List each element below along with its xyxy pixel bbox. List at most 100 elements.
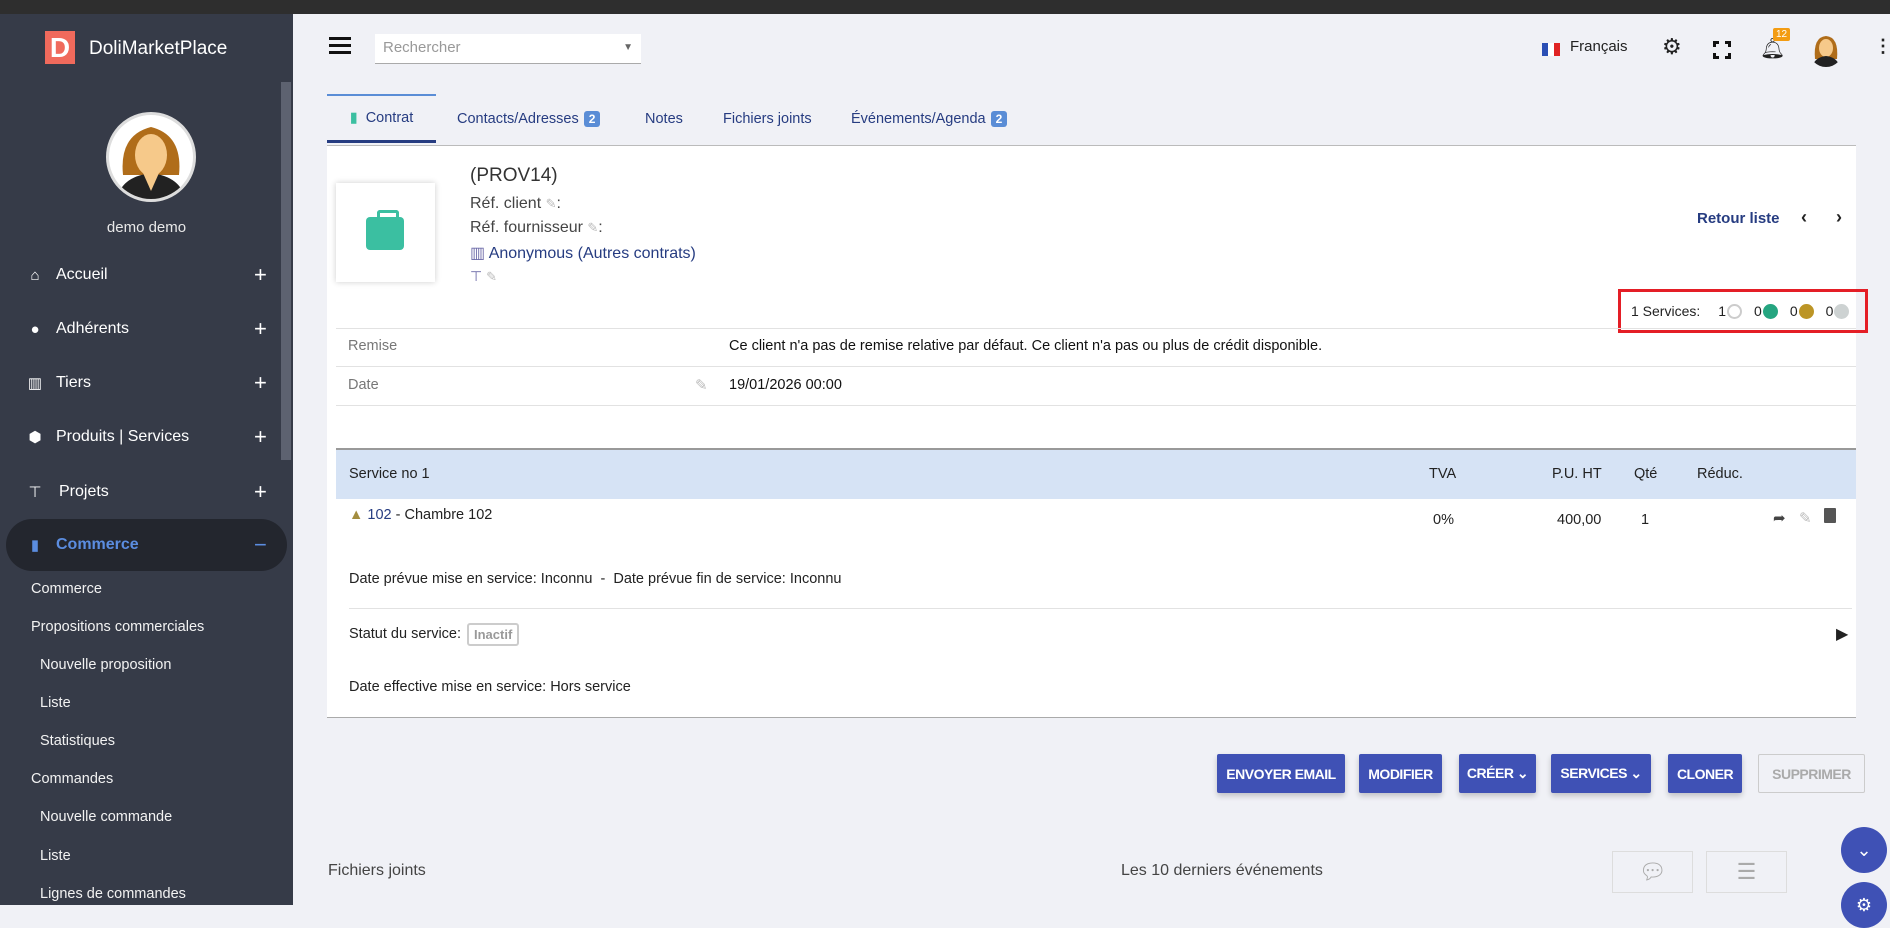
col-service: Service no 1: [349, 466, 430, 482]
hamburger-menu-icon[interactable]: [329, 37, 351, 54]
delete-button: SUPPRIMER: [1758, 754, 1865, 793]
modify-button[interactable]: MODIFIER: [1359, 754, 1442, 793]
tab-notes[interactable]: Notes: [645, 94, 683, 143]
status-label: Statut du service:: [349, 626, 462, 642]
tab-label: Événements/Agenda: [851, 110, 986, 127]
user-avatar[interactable]: [1809, 33, 1843, 67]
project-row: ⊤ ✎: [470, 268, 497, 285]
thirdparty-link[interactable]: ▥ Anonymous (Autres contrats): [470, 243, 696, 263]
gear-icon[interactable]: ⚙: [1662, 34, 1682, 60]
services-button[interactable]: SERVICES ⌄: [1551, 754, 1651, 793]
col-qty: Qté: [1634, 466, 1658, 482]
col-pu-ht: P.U. HT: [1552, 466, 1602, 482]
divider: [336, 366, 1856, 367]
search-select[interactable]: Rechercher ▼: [375, 34, 641, 64]
submenu-liste-commandes[interactable]: Liste: [40, 848, 71, 864]
tab-evenements[interactable]: Événements/Agenda 2: [851, 94, 1008, 143]
pencil-icon[interactable]: ✎: [587, 220, 598, 235]
line-qty: 1: [1641, 512, 1650, 528]
create-button[interactable]: CRÉER ⌄: [1459, 754, 1536, 793]
play-icon[interactable]: ▶: [1836, 624, 1848, 644]
tab-contrat[interactable]: ▮ Contrat: [327, 94, 436, 143]
plus-icon[interactable]: +: [254, 479, 267, 505]
cube-icon: ⬢: [28, 429, 42, 446]
submenu-nouvelle-commande[interactable]: Nouvelle commande: [40, 809, 172, 825]
comments-icon[interactable]: 💬︎: [1612, 851, 1693, 893]
send-email-button[interactable]: ENVOYER EMAIL: [1217, 754, 1345, 793]
divider: [349, 608, 1852, 609]
services-summary: 1 Services: 1 0 0 0: [1618, 289, 1868, 333]
menu-label: Commerce: [56, 536, 139, 553]
pencil-icon[interactable]: ✎: [695, 376, 708, 394]
settings-fab[interactable]: ⚙: [1841, 882, 1887, 928]
count-running: 0: [1754, 303, 1762, 319]
tab-badge: 2: [990, 110, 1008, 127]
flag-fr-icon[interactable]: [1542, 43, 1560, 56]
menu-projets[interactable]: ⊤ Projets +: [0, 472, 293, 512]
trash-icon[interactable]: [1824, 508, 1836, 523]
logo[interactable]: D: [45, 31, 75, 64]
tab-contacts[interactable]: Contacts/Adresses 2: [457, 94, 601, 143]
caret-down-icon: ▼: [623, 42, 633, 53]
more-vert-icon[interactable]: ⋮: [1874, 36, 1890, 57]
submenu-commandes[interactable]: Commandes: [31, 771, 113, 787]
back-to-list-link[interactable]: Retour liste: [1697, 210, 1780, 227]
sitemap-icon: ⊤: [470, 268, 483, 284]
files-heading: Fichiers joints: [328, 862, 426, 879]
count-inactive: 1: [1718, 303, 1727, 319]
chevron-left-icon[interactable]: ‹: [1801, 207, 1807, 228]
tab-label: Contrat: [365, 110, 414, 126]
submenu-commerce[interactable]: Commerce: [31, 581, 102, 597]
col-reduc: Réduc.: [1697, 466, 1743, 482]
user-name[interactable]: demo demo: [0, 219, 293, 236]
tab-label: Fichiers joints: [723, 110, 812, 127]
menu-commerce[interactable]: ▮ Commerce −: [6, 519, 287, 571]
menu-label: Accueil: [56, 266, 108, 283]
scroll-down-button[interactable]: ⌄: [1841, 827, 1887, 873]
services-count-label: 1 Services:: [1631, 303, 1701, 319]
status-badge: Inactif: [467, 623, 520, 646]
count-expired: 0: [1789, 303, 1798, 319]
plus-icon[interactable]: +: [254, 370, 267, 396]
pencil-icon[interactable]: ✎: [1799, 509, 1812, 527]
line-pu: 400,00: [1557, 512, 1602, 528]
move-icon[interactable]: ➦: [1773, 509, 1786, 527]
colon: :: [598, 219, 603, 236]
menu-produits[interactable]: ⬢ Produits | Services +: [0, 417, 293, 457]
pencil-icon[interactable]: ✎: [486, 269, 497, 284]
ref-client-row: Réf. client ✎:: [470, 195, 561, 213]
status-running-icon: [1762, 303, 1778, 319]
building-icon: ▥: [27, 375, 43, 392]
avatar[interactable]: [106, 112, 196, 202]
fullscreen-icon[interactable]: [1713, 41, 1731, 59]
pencil-icon[interactable]: ✎: [546, 196, 557, 211]
briefcase-icon: ▮: [349, 110, 358, 126]
menu-accueil[interactable]: ⌂ Accueil +: [0, 255, 293, 295]
line-tva: 0%: [1433, 512, 1454, 528]
menu-label: Projets: [59, 483, 109, 500]
plus-icon[interactable]: +: [254, 424, 267, 450]
menu-label: Adhérents: [56, 320, 129, 337]
clone-button[interactable]: CLONER: [1668, 754, 1742, 793]
minus-icon[interactable]: −: [254, 532, 267, 558]
status-expired-icon: [1798, 303, 1814, 319]
menu-tiers[interactable]: ▥ Tiers +: [0, 363, 293, 403]
ref-supplier-row: Réf. fournisseur ✎:: [470, 219, 603, 237]
submenu-propositions[interactable]: Propositions commerciales: [31, 619, 204, 635]
product-link[interactable]: 102: [367, 507, 391, 523]
language-selector[interactable]: Français: [1570, 38, 1628, 55]
thirdparty-name: Anonymous (Autres contrats): [488, 245, 696, 262]
submenu-lignes-commandes[interactable]: Lignes de commandes: [40, 886, 186, 902]
list-icon[interactable]: ☰: [1706, 851, 1787, 893]
submenu-liste[interactable]: Liste: [40, 695, 71, 711]
submenu-nouvelle-proposition[interactable]: Nouvelle proposition: [40, 657, 171, 673]
brand-name[interactable]: DoliMarketPlace: [89, 38, 227, 60]
menu-adherents[interactable]: ● Adhérents +: [0, 309, 293, 349]
submenu-statistiques[interactable]: Statistiques: [40, 733, 115, 749]
tab-label: Notes: [645, 110, 683, 127]
chevron-right-icon[interactable]: ›: [1836, 207, 1842, 228]
plus-icon[interactable]: +: [254, 262, 267, 288]
service-table-header: Service no 1 TVA P.U. HT Qté Réduc.: [336, 448, 1856, 499]
tab-fichiers[interactable]: Fichiers joints: [723, 94, 812, 143]
plus-icon[interactable]: +: [254, 316, 267, 342]
